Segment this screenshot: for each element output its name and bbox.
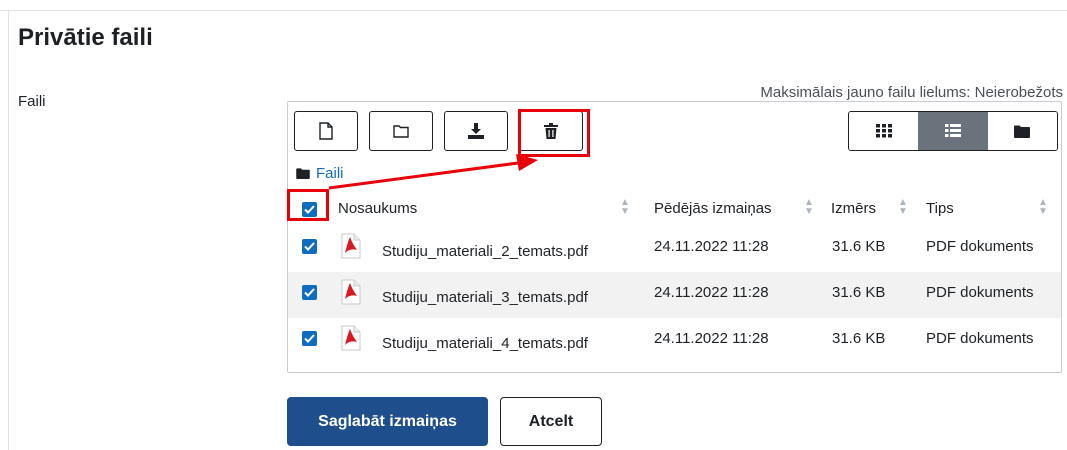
file-modified: 24.11.2022 11:28 xyxy=(654,284,769,301)
max-file-size-text: Maksimālais jauno failu lielums: Neierob… xyxy=(760,84,1063,101)
create-folder-button[interactable] xyxy=(369,111,433,151)
cancel-button[interactable]: Atcelt xyxy=(500,397,602,446)
file-size: 31.6 KB xyxy=(832,238,886,255)
folder-solid-icon xyxy=(296,168,310,179)
view-switcher xyxy=(848,111,1058,151)
add-file-button[interactable] xyxy=(294,111,358,151)
table-header: Nosaukums ▲ ▼ Pēdējās izmaiņas ▲ ▼ Izmērs … xyxy=(288,192,1061,226)
save-changes-button[interactable]: Saglabāt izmaiņas xyxy=(287,397,488,446)
field-label: Faili xyxy=(18,93,46,110)
file-name[interactable]: Studiju_materiali_3_temats.pdf xyxy=(382,289,588,306)
check-icon xyxy=(304,334,315,343)
pdf-file-icon xyxy=(341,325,361,351)
list-icon xyxy=(944,124,961,137)
download-button[interactable] xyxy=(444,111,508,151)
file-size: 31.6 KB xyxy=(832,330,886,347)
column-header-name[interactable]: Nosaukums xyxy=(338,200,417,217)
view-icons-button[interactable] xyxy=(849,112,919,150)
column-header-modified[interactable]: Pēdējās izmaiņas xyxy=(654,200,772,217)
row-checkbox[interactable] xyxy=(302,331,317,346)
table-row[interactable]: Studiju_materiali_3_temats.pdf 24.11.202… xyxy=(288,272,1061,318)
grid-icon xyxy=(875,124,892,138)
breadcrumb: Faili xyxy=(296,165,344,182)
sort-icon[interactable]: ▲ ▼ xyxy=(804,198,814,217)
pdf-file-icon xyxy=(341,233,361,259)
file-modified: 24.11.2022 11:28 xyxy=(654,330,769,347)
sort-icon[interactable]: ▲ ▼ xyxy=(898,198,908,217)
top-divider xyxy=(0,10,1067,11)
file-type: PDF dokuments xyxy=(926,330,1034,347)
check-icon xyxy=(304,288,315,297)
pdf-file-icon xyxy=(341,279,361,305)
annotation-highlight-select-all xyxy=(287,189,329,221)
table-row[interactable]: Studiju_materiali_2_temats.pdf 24.11.202… xyxy=(288,226,1061,272)
file-modified: 24.11.2022 11:28 xyxy=(654,238,769,255)
row-checkbox[interactable] xyxy=(302,239,317,254)
folder-solid-icon xyxy=(1014,125,1031,138)
column-header-type[interactable]: Tips xyxy=(926,200,954,217)
left-divider xyxy=(8,10,9,450)
page-title: Privātie faili xyxy=(18,24,153,51)
annotation-highlight-delete xyxy=(518,109,590,157)
file-type: PDF dokuments xyxy=(926,284,1034,301)
folder-icon xyxy=(393,125,409,138)
download-icon xyxy=(468,123,484,139)
table-row[interactable]: Studiju_materiali_4_temats.pdf 24.11.202… xyxy=(288,318,1061,364)
file-name[interactable]: Studiju_materiali_2_temats.pdf xyxy=(382,243,588,260)
sort-icon[interactable]: ▲ ▼ xyxy=(620,198,630,217)
file-icon xyxy=(319,122,333,140)
view-tree-button[interactable] xyxy=(987,112,1057,150)
file-name[interactable]: Studiju_materiali_4_temats.pdf xyxy=(382,335,588,352)
check-icon xyxy=(304,242,315,251)
file-manager: Faili Nosaukums ▲ ▼ Pēdējās izmaiņas ▲ ▼ I… xyxy=(287,101,1062,373)
breadcrumb-root-link[interactable]: Faili xyxy=(316,165,344,182)
file-type: PDF dokuments xyxy=(926,238,1034,255)
file-size: 31.6 KB xyxy=(832,284,886,301)
column-header-size[interactable]: Izmērs xyxy=(831,200,876,217)
sort-icon[interactable]: ▲ ▼ xyxy=(1038,198,1048,217)
row-checkbox[interactable] xyxy=(302,285,317,300)
view-details-button[interactable] xyxy=(918,112,988,150)
